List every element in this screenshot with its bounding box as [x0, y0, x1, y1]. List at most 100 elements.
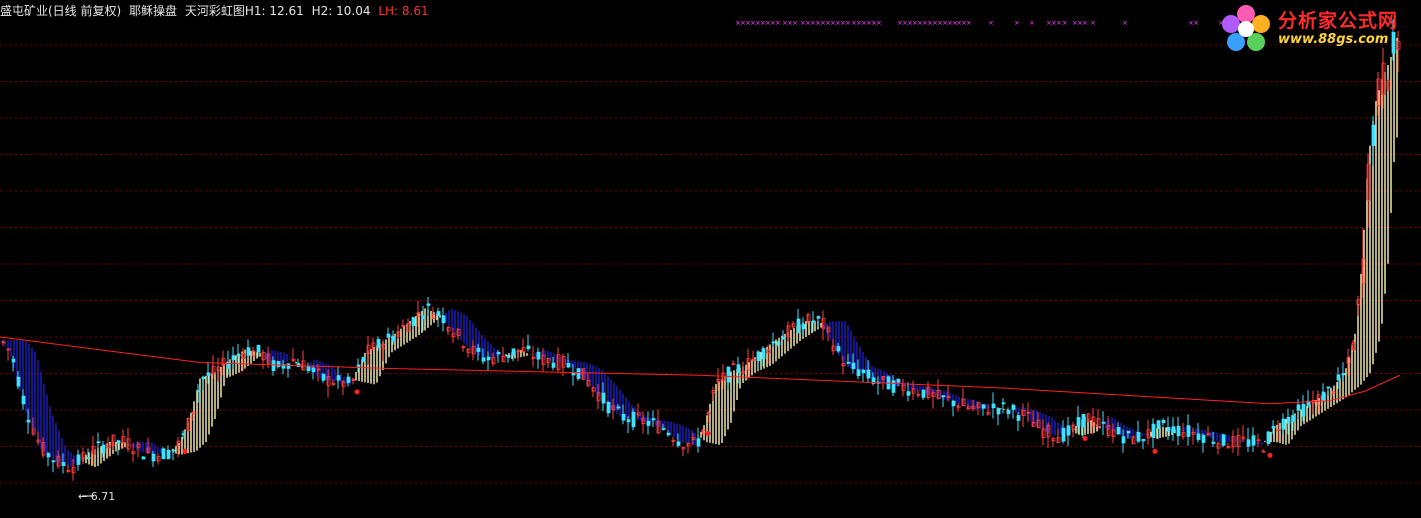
candle-body	[1176, 425, 1181, 437]
candle-body	[1196, 433, 1201, 440]
candle-body	[1081, 413, 1086, 428]
candle-body	[481, 357, 486, 362]
candle-body	[666, 432, 671, 436]
signal-mark: ×	[1122, 19, 1128, 27]
candle-body	[496, 351, 501, 355]
candle-body	[1336, 374, 1341, 381]
candle-body	[1076, 417, 1081, 427]
candle-body	[1161, 419, 1166, 424]
candle-body	[476, 347, 481, 352]
candle-body	[206, 372, 211, 376]
candle-body	[506, 354, 511, 358]
candle-body	[856, 369, 861, 377]
candle-body	[1291, 415, 1296, 422]
candle-body	[571, 372, 576, 376]
candle-body	[361, 357, 366, 362]
buy-signal-dot	[1267, 452, 1273, 458]
candle-body	[246, 347, 251, 356]
signal-mark: ×	[1062, 19, 1068, 27]
candle-body	[1286, 416, 1291, 424]
candle-body	[1326, 386, 1331, 389]
candle-body	[736, 364, 741, 373]
candle-body	[511, 348, 516, 356]
candle-body	[236, 354, 241, 357]
candle-body	[376, 338, 381, 348]
candle-body	[1201, 434, 1206, 443]
flower-logo-icon	[1222, 5, 1270, 51]
candle-body	[1341, 373, 1346, 376]
candle-body	[566, 362, 571, 368]
candle-body	[651, 418, 656, 421]
candle-body	[771, 341, 776, 344]
candle-body	[16, 376, 21, 387]
signal-mark: ×	[792, 19, 798, 27]
candle-body	[1151, 423, 1156, 438]
candle-body	[536, 351, 541, 360]
candle-body	[306, 366, 311, 372]
signal-mark: ×	[1193, 19, 1199, 27]
candle-body	[576, 368, 581, 379]
candle-body	[1101, 421, 1106, 424]
candle-body	[311, 367, 316, 373]
candle-body	[46, 453, 51, 458]
stock-title: 盛屯矿业(日线 前复权)	[0, 4, 122, 18]
candle-body	[626, 419, 631, 423]
candle-body	[26, 419, 31, 423]
candle-body	[1001, 402, 1006, 405]
candle-body	[271, 360, 276, 372]
candle-body	[151, 453, 156, 462]
candle-body	[851, 362, 856, 370]
h2-value: 10.04	[336, 4, 371, 18]
candle-body	[1211, 441, 1216, 444]
lh-value: 8.61	[401, 4, 429, 18]
candle-body	[1006, 409, 1011, 415]
candle-body	[796, 318, 801, 334]
candle-body	[201, 376, 206, 380]
chart-header: 盛屯矿业(日线 前复权) 耶稣操盘 天河彩虹图H1: 12.61 H2: 10.…	[0, 3, 437, 19]
candle-body	[196, 390, 201, 393]
candle-body	[631, 411, 636, 428]
candle-body	[906, 391, 911, 396]
candle-body	[321, 373, 326, 381]
signal-mark: ×	[1029, 19, 1035, 27]
candlestick-chart[interactable]: × × × × × × × × × × × × × × × × × × × × × × × × × × × × × × × × × × × × × × × ×…	[0, 0, 1421, 518]
ma-rainbow-band	[1, 37, 1398, 467]
signal-mark: ×	[966, 19, 972, 27]
signal-mark: ×	[1014, 19, 1020, 27]
candle-body	[861, 369, 866, 374]
candle-body	[601, 392, 606, 404]
candle-body	[161, 448, 166, 460]
candle-body	[526, 345, 531, 349]
candle-body	[1011, 404, 1016, 410]
candle-body	[1251, 435, 1256, 446]
candle-body	[896, 378, 901, 383]
h1-label: H1:	[244, 4, 266, 18]
candle-body	[181, 433, 186, 436]
candle-body	[1116, 426, 1121, 435]
candle-body	[21, 395, 26, 405]
buy-signal-dot	[354, 389, 360, 395]
candle-body	[356, 364, 361, 367]
candle-body	[1121, 436, 1126, 444]
candle-body	[11, 358, 16, 363]
candle-body	[96, 441, 101, 444]
h1-value: 12.61	[269, 4, 304, 18]
candle-body	[256, 344, 261, 353]
candle-body	[661, 428, 666, 430]
signal-mark: ×	[876, 19, 882, 27]
candle-body	[761, 348, 766, 360]
candle-body	[676, 441, 681, 446]
candle-body	[51, 460, 56, 463]
candle-body	[441, 315, 446, 324]
logo-url: www.88gs.com	[1278, 32, 1389, 47]
candle-body	[726, 366, 731, 383]
site-logo[interactable]: 分析家公式网 www.88gs.com	[1218, 2, 1418, 54]
candle-body	[646, 420, 651, 426]
indicator-name-2: 天河彩虹图	[184, 4, 245, 18]
candle-body	[61, 462, 66, 466]
candle-body	[621, 413, 626, 421]
candle-body	[116, 440, 121, 444]
candle-body	[866, 369, 871, 379]
long-ma-line	[0, 336, 1401, 405]
candle-body	[941, 395, 946, 398]
